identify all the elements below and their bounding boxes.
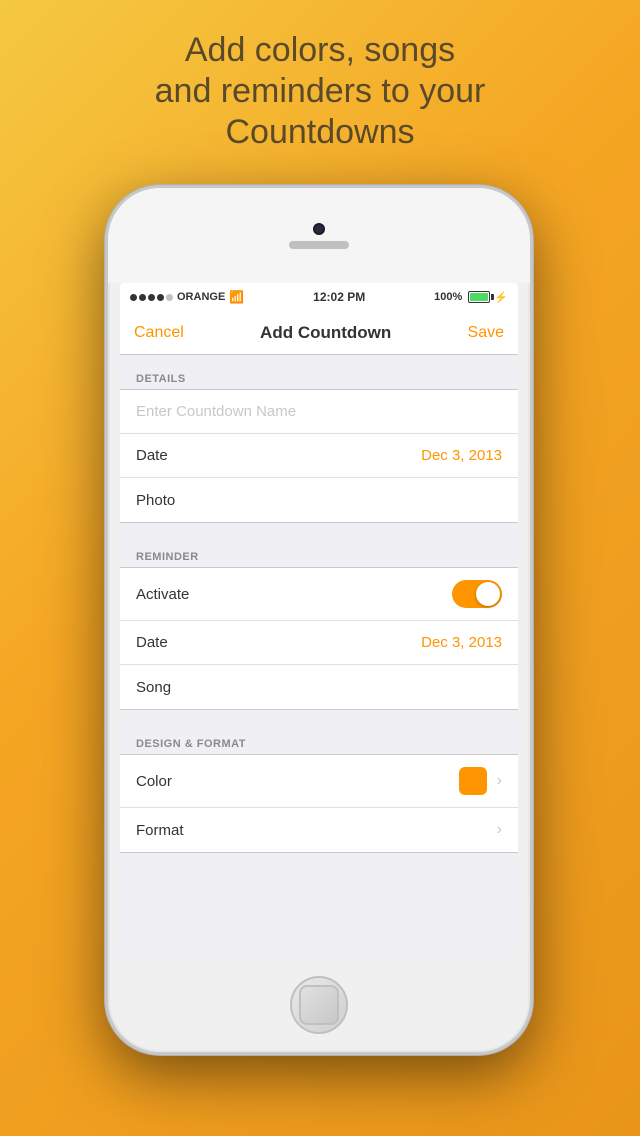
section-header-design: DESIGN & FORMAT xyxy=(120,730,518,754)
volume-up-button[interactable] xyxy=(105,413,108,468)
carrier-name: ORANGE xyxy=(177,291,225,303)
charging-icon: ⚡ xyxy=(494,291,508,304)
volume-down-button[interactable] xyxy=(105,483,108,538)
header-line1: Add colors, songs xyxy=(185,31,455,69)
cancel-button[interactable]: Cancel xyxy=(134,324,184,342)
signal-dot-2 xyxy=(139,294,146,301)
color-swatch[interactable] xyxy=(459,767,487,795)
home-button[interactable] xyxy=(290,976,348,1034)
wifi-icon: 📶 xyxy=(229,290,244,304)
section-label-design: DESIGN & FORMAT xyxy=(136,738,246,750)
nav-bar: Cancel Add Countdown Save xyxy=(120,311,518,355)
format-chevron-icon: › xyxy=(497,821,502,839)
song-row[interactable]: Song xyxy=(120,665,518,709)
reminder-group: Activate Date Dec 3, 2013 Song xyxy=(120,567,518,710)
mute-button[interactable] xyxy=(105,368,108,398)
date-label: Date xyxy=(136,447,168,464)
color-row-right: › xyxy=(459,767,502,795)
section-header-reminder: REMINDER xyxy=(120,543,518,567)
home-button-inner xyxy=(299,985,339,1025)
spacer-bottom xyxy=(120,853,518,883)
countdown-name-row[interactable]: Enter Countdown Name xyxy=(120,390,518,434)
song-label: Song xyxy=(136,679,171,696)
battery-fill xyxy=(470,293,488,301)
header-text: Add colors, songs and reminders to your … xyxy=(0,30,640,152)
phone-top xyxy=(108,188,530,283)
reminder-date-label: Date xyxy=(136,634,168,651)
reminder-date-value: Dec 3, 2013 xyxy=(421,634,502,651)
phone-screen: ORANGE 📶 12:02 PM 100% ⚡ Cancel Add Coun… xyxy=(120,283,518,957)
design-group: Color › Format › xyxy=(120,754,518,853)
signal-dot-4 xyxy=(157,294,164,301)
phone-frame: ORANGE 📶 12:02 PM 100% ⚡ Cancel Add Coun… xyxy=(105,185,533,1055)
color-row[interactable]: Color › xyxy=(120,755,518,808)
date-value: Dec 3, 2013 xyxy=(421,447,502,464)
activate-label: Activate xyxy=(136,586,189,603)
reminder-date-row[interactable]: Date Dec 3, 2013 xyxy=(120,621,518,665)
countdown-name-placeholder[interactable]: Enter Countdown Name xyxy=(136,403,296,420)
status-right: 100% ⚡ xyxy=(434,291,508,304)
battery-icon xyxy=(468,291,490,303)
activate-toggle[interactable] xyxy=(452,580,502,608)
save-button[interactable]: Save xyxy=(468,324,504,342)
signal-strength xyxy=(130,294,173,301)
nav-title: Add Countdown xyxy=(260,323,391,343)
form-content: DETAILS Enter Countdown Name Date Dec 3,… xyxy=(120,355,518,957)
activate-row[interactable]: Activate xyxy=(120,568,518,621)
details-group: Enter Countdown Name Date Dec 3, 2013 Ph… xyxy=(120,389,518,523)
signal-dot-1 xyxy=(130,294,137,301)
signal-dot-3 xyxy=(148,294,155,301)
section-label-details: DETAILS xyxy=(136,373,186,385)
color-label: Color xyxy=(136,773,172,790)
photo-row[interactable]: Photo xyxy=(120,478,518,522)
status-bar: ORANGE 📶 12:02 PM 100% ⚡ xyxy=(120,283,518,311)
status-time: 12:02 PM xyxy=(313,290,365,304)
color-chevron-icon: › xyxy=(497,772,502,790)
spacer-design xyxy=(120,710,518,730)
section-header-details: DETAILS xyxy=(120,365,518,389)
format-label: Format xyxy=(136,822,184,839)
power-button[interactable] xyxy=(530,403,533,473)
spacer-reminder xyxy=(120,523,518,543)
toggle-knob xyxy=(476,582,500,606)
battery-percent: 100% xyxy=(434,291,462,303)
header-line3: Countdowns xyxy=(225,113,414,151)
photo-label: Photo xyxy=(136,492,175,509)
status-left: ORANGE 📶 xyxy=(130,290,244,304)
format-row[interactable]: Format › xyxy=(120,808,518,852)
spacer-top xyxy=(120,355,518,365)
speaker xyxy=(289,241,349,249)
camera xyxy=(313,223,325,235)
section-label-reminder: REMINDER xyxy=(136,551,199,563)
signal-dot-5 xyxy=(166,294,173,301)
header-line2: and reminders to your xyxy=(155,72,486,110)
date-row[interactable]: Date Dec 3, 2013 xyxy=(120,434,518,478)
